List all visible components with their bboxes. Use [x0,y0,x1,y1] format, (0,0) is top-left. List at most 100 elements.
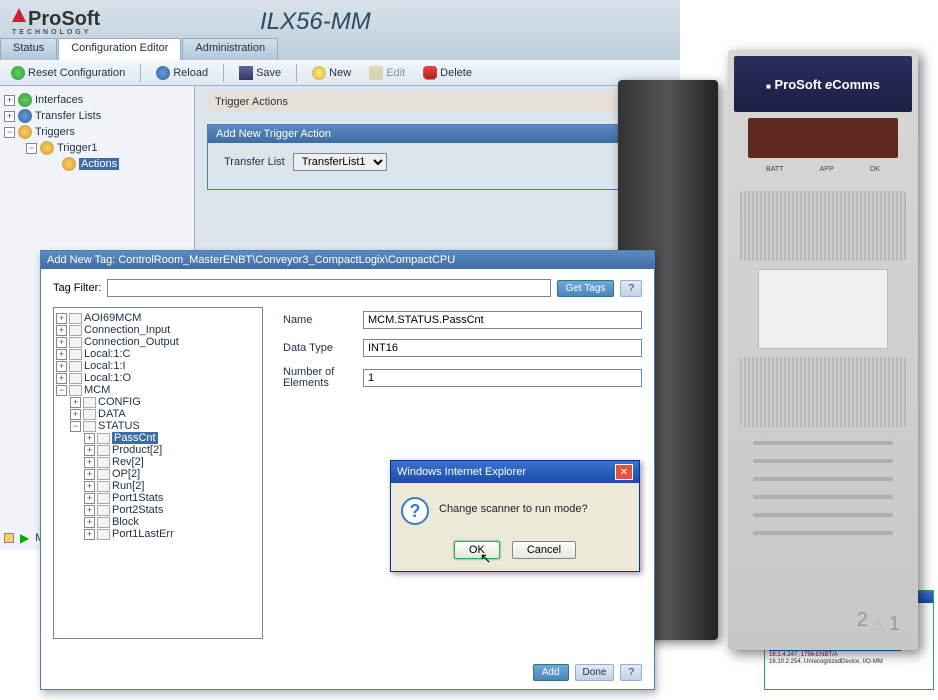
num-label: Number of Elements [283,367,353,389]
edit-button[interactable]: Edit [362,63,412,83]
tag-icon [83,409,96,420]
brand-logo: ProSoft TECHNOLOGY [12,8,100,36]
brand-subtext: TECHNOLOGY [12,29,100,36]
new-button[interactable]: New [305,63,358,83]
type-label: Data Type [283,342,353,354]
tag-node[interactable]: +Rev[2] [84,456,260,468]
hw-button-labels: BATT APP OK [728,166,918,183]
tag-node[interactable]: +Port1LastErr [84,528,260,540]
dialog-title: Add New Tag: ControlRoom_MasterENBT\Conv… [41,251,654,269]
actions-icon [62,157,76,171]
help-button[interactable]: ? [620,664,642,681]
tree-triggers[interactable]: −Triggers [4,124,190,140]
tag-icon [97,505,110,516]
tag-icon [97,517,110,528]
question-icon: ? [401,497,429,525]
tag-filter-label: Tag Filter: [53,282,101,294]
inner-panel-body: Transfer List TransferList1 [208,143,667,189]
type-input[interactable] [363,339,642,357]
tag-icon [69,325,82,336]
ie-title-text: Windows Internet Explorer [397,466,526,478]
tag-icon [69,373,82,384]
tab-config[interactable]: Configuration Editor [58,38,181,60]
tree-transfer-lists[interactable]: +Transfer Lists [4,108,190,124]
x-icon [423,66,437,80]
collapse-icon[interactable]: − [4,127,15,138]
tag-node[interactable]: +Local:1:C [56,348,260,360]
tag-node[interactable]: +Connection_Output [56,336,260,348]
tree-trigger1[interactable]: −Trigger1 [26,140,190,156]
tag-node[interactable]: +Product[2] [84,444,260,456]
delete-button[interactable]: Delete [416,63,479,83]
ie-buttons: OK↖ Cancel [391,535,639,571]
tag-node[interactable]: +Local:1:O [56,372,260,384]
hw-brand-plate: ■ ProSoft eComms [734,56,912,112]
separator [296,64,297,82]
num-input[interactable] [363,369,642,387]
tree-interfaces[interactable]: +Interfaces [4,92,190,108]
tag-icon [69,349,82,360]
tag-node[interactable]: +Port1Stats [84,492,260,504]
tag-icon [97,457,110,468]
label-ok: OK [870,166,880,173]
done-button[interactable]: Done [575,664,615,681]
tab-strip: Status Configuration Editor Administrati… [0,38,279,60]
hw-ridge [753,531,893,535]
app-title: ILX56-MM [260,8,371,36]
tag-icon [69,361,82,372]
tag-icon [97,529,110,540]
tag-node[interactable]: +Run[2] [84,480,260,492]
trigger-icon [40,141,54,155]
hw-label-plate [758,269,888,349]
tag-node[interactable]: +Local:1:I [56,360,260,372]
name-input[interactable] [363,311,642,329]
tag-node[interactable]: +Block [84,516,260,528]
expand-icon[interactable]: + [4,111,15,122]
tag-filter-input[interactable] [107,279,550,297]
expand-icon[interactable]: + [4,95,15,106]
tag-icon [69,385,82,396]
tree-actions[interactable]: Actions [48,156,190,172]
separator [140,64,141,82]
close-button[interactable]: ✕ [615,464,633,480]
tag-node[interactable]: +CONFIG [70,396,260,408]
hw-lcd [748,118,898,158]
cancel-button[interactable]: Cancel [512,541,576,559]
tag-node[interactable]: −MCM [56,384,260,396]
triggers-icon [18,125,32,139]
filter-row: Tag Filter: Get Tags ? [41,269,654,303]
reload-button[interactable]: Reload [149,63,215,83]
tab-admin[interactable]: Administration [182,38,278,60]
toolbar: Reset Configuration Reload Save New Edit… [0,60,680,86]
tag-node[interactable]: +DATA [70,408,260,420]
ie-confirm-dialog: Windows Internet Explorer ✕ ? Change sca… [390,460,640,572]
tag-node[interactable]: +AOI69MCM [56,312,260,324]
help-button[interactable]: ? [620,280,642,297]
dialog-footer: Add Done ? [533,664,642,681]
get-tags-button[interactable]: Get Tags [557,280,615,297]
tag-icon [97,469,110,480]
name-label: Name [283,314,353,326]
tag-node[interactable]: +Connection_Input [56,324,260,336]
reset-config-button[interactable]: Reset Configuration [4,63,132,83]
hw-ridge [753,459,893,463]
play-icon[interactable]: ▶ [20,531,29,545]
transfer-list-select[interactable]: TransferList1 [293,153,387,171]
hw-vent-mid [740,357,906,427]
ok-button[interactable]: OK↖ [454,541,500,559]
tag-node[interactable]: −STATUS [70,420,260,432]
tag-node-passcnt[interactable]: +PassCnt [84,432,260,444]
tag-node[interactable]: +Port2Stats [84,504,260,516]
brand-text: ProSoft [28,8,100,30]
collapse-icon[interactable]: − [26,143,37,154]
add-button[interactable]: Add [533,664,569,681]
tag-icon [97,493,110,504]
tag-node[interactable]: +OP[2] [84,468,260,480]
add-trigger-panel: Add New Trigger Action Transfer List Tra… [207,124,668,190]
recycle-icon [11,66,25,80]
tab-status[interactable]: Status [0,38,57,60]
save-button[interactable]: Save [232,63,288,83]
tag-tree[interactable]: +AOI69MCM +Connection_Input +Connection_… [53,307,263,639]
hw-ridge [753,477,893,481]
warning-icon: ⚠ 1 [870,613,900,636]
